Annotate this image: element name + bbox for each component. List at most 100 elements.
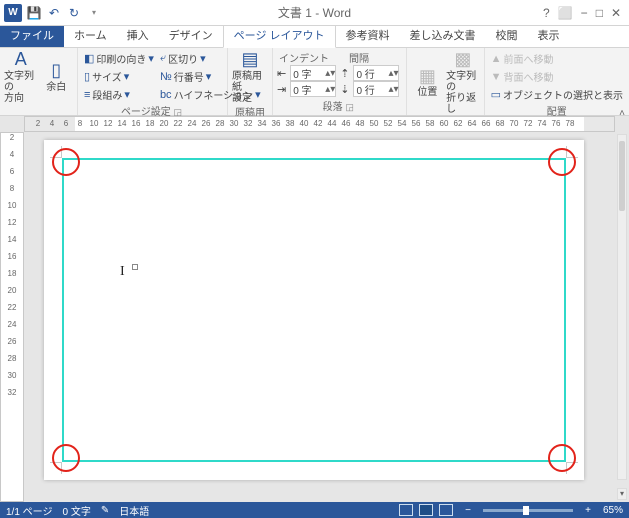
hruler-tick: 72 bbox=[521, 119, 535, 128]
zoom-slider[interactable] bbox=[483, 509, 573, 512]
indent-left-input[interactable]: 0 字▴▾ bbox=[290, 65, 336, 81]
hruler-tick: 74 bbox=[535, 119, 549, 128]
position-icon: ▦ bbox=[419, 67, 436, 87]
group-label-empty bbox=[4, 104, 73, 115]
crop-mark-tl bbox=[50, 146, 62, 158]
indent-right-input[interactable]: 0 字▴▾ bbox=[290, 81, 336, 97]
tab-2[interactable]: デザイン bbox=[159, 24, 223, 47]
crop-mark-bl bbox=[50, 462, 62, 474]
ribbon-display-options[interactable]: ⬜ bbox=[558, 6, 573, 20]
line-numbers-label: 行番号 bbox=[174, 69, 204, 84]
undo-icon[interactable]: ↶ bbox=[46, 5, 62, 21]
page[interactable] bbox=[44, 140, 584, 480]
hruler-tick: 12 bbox=[101, 119, 115, 128]
redo-icon[interactable]: ↻ bbox=[66, 5, 82, 21]
selection-pane-label: オブジェクトの選択と表示 bbox=[503, 87, 623, 102]
tab-5[interactable]: 差し込み文書 bbox=[400, 24, 486, 47]
zoom-slider-handle[interactable] bbox=[523, 506, 529, 515]
hruler-tick: 58 bbox=[423, 119, 437, 128]
tab-1[interactable]: 挿入 bbox=[117, 24, 159, 47]
vruler-tick: 14 bbox=[1, 235, 23, 252]
indent-right-value: 0 字 bbox=[291, 82, 325, 97]
hruler-tick: 28 bbox=[213, 119, 227, 128]
tab-0[interactable]: ホーム bbox=[64, 24, 117, 47]
manuscript-settings-button[interactable]: ▤ 原稿用紙 設定 bbox=[232, 50, 268, 104]
columns-button[interactable]: ≡段組み▾ bbox=[82, 86, 156, 103]
bring-forward-button: ▲前面へ移動 bbox=[489, 50, 625, 67]
paragraph-dialog-launcher[interactable]: ◲ bbox=[345, 102, 356, 112]
orientation-button[interactable]: ◧印刷の向き▾ bbox=[82, 50, 156, 67]
window-title: 文書 1 - Word bbox=[278, 4, 351, 21]
spacing-before-value: 0 行 bbox=[354, 66, 388, 81]
hruler-tick: 42 bbox=[311, 119, 325, 128]
save-icon[interactable]: 💾 bbox=[26, 5, 42, 21]
hruler-tick: 64 bbox=[465, 119, 479, 128]
status-word-count[interactable]: 0 文字 bbox=[62, 503, 90, 518]
spacing-header: 間隔 bbox=[349, 50, 369, 65]
indent-right-icon: ⇥ bbox=[277, 83, 286, 96]
spacing-after-icon: ⇣ bbox=[340, 83, 349, 96]
vruler-tick: 6 bbox=[1, 167, 23, 184]
help-button[interactable]: ? bbox=[543, 6, 550, 20]
text-direction-button[interactable]: A 文字列の 方向 bbox=[4, 50, 38, 104]
hruler-tick: 60 bbox=[437, 119, 451, 128]
text-cursor-icon bbox=[120, 264, 132, 280]
zoom-level[interactable]: 65% bbox=[603, 505, 623, 516]
orientation-icon: ◧ bbox=[84, 52, 94, 65]
position-label: 位置 bbox=[417, 87, 437, 98]
close-button[interactable]: ✕ bbox=[611, 6, 621, 20]
view-web-layout[interactable] bbox=[439, 504, 453, 516]
spacing-before-input[interactable]: 0 行▴▾ bbox=[353, 65, 399, 81]
hruler-tick: 4 bbox=[45, 119, 59, 128]
hruler-tick: 40 bbox=[297, 119, 311, 128]
scroll-down-arrow[interactable]: ▾ bbox=[617, 488, 627, 500]
status-proofing-icon[interactable]: ✎ bbox=[101, 505, 109, 516]
tab-4[interactable]: 参考資料 bbox=[336, 24, 400, 47]
minimize-button[interactable]: − bbox=[581, 6, 588, 20]
zoom-out-button[interactable]: − bbox=[463, 505, 473, 516]
qat-customize-icon[interactable]: ▾ bbox=[86, 5, 102, 21]
hyphenation-icon: bc bbox=[160, 89, 172, 101]
document-workspace: 2468101214161820222426283032343638404244… bbox=[0, 116, 629, 502]
selection-pane-button[interactable]: ▭オブジェクトの選択と表示 bbox=[489, 86, 625, 103]
hruler-tick: 2 bbox=[31, 119, 45, 128]
tab-7[interactable]: 表示 bbox=[528, 24, 570, 47]
word-logo-icon: W bbox=[4, 4, 22, 22]
indent-left-icon: ⇤ bbox=[277, 67, 286, 80]
send-backward-icon: ▼ bbox=[491, 71, 502, 83]
line-numbers-icon: № bbox=[160, 71, 172, 83]
send-backward-button: ▼背面へ移動 bbox=[489, 68, 625, 85]
tab-file[interactable]: ファイル bbox=[0, 24, 64, 47]
zoom-in-button[interactable]: + bbox=[583, 505, 593, 516]
margins-button[interactable]: ▯ 余白 bbox=[40, 50, 74, 104]
tab-6[interactable]: 校閲 bbox=[486, 24, 528, 47]
vruler-tick: 26 bbox=[1, 337, 23, 354]
hruler-tick: 76 bbox=[549, 119, 563, 128]
bring-forward-label: 前面へ移動 bbox=[503, 51, 553, 66]
wrap-label: 文字列の 折り返し bbox=[446, 71, 480, 115]
view-read-mode[interactable] bbox=[399, 504, 413, 516]
horizontal-ruler[interactable]: 2468101214161820222426283032343638404244… bbox=[24, 116, 615, 132]
hruler-tick: 8 bbox=[73, 119, 87, 128]
vruler-tick: 10 bbox=[1, 201, 23, 218]
hruler-tick: 22 bbox=[171, 119, 185, 128]
hruler-tick: 26 bbox=[199, 119, 213, 128]
status-language[interactable]: 日本語 bbox=[119, 503, 149, 518]
hruler-tick: 32 bbox=[241, 119, 255, 128]
size-button[interactable]: ▯サイズ▾ bbox=[82, 68, 156, 85]
spacing-after-input[interactable]: 0 行▴▾ bbox=[353, 81, 399, 97]
view-print-layout[interactable] bbox=[419, 504, 433, 516]
crop-mark-tr bbox=[566, 146, 578, 158]
scrollbar-thumb[interactable] bbox=[619, 141, 625, 211]
tab-3[interactable]: ページ レイアウト bbox=[223, 23, 336, 48]
vertical-ruler[interactable]: 2468101214161820222426283032 bbox=[0, 132, 24, 502]
manuscript-icon: ▤ bbox=[241, 50, 258, 70]
vruler-tick: 28 bbox=[1, 354, 23, 371]
columns-icon: ≡ bbox=[84, 89, 90, 101]
paragraph-group-label: 段落 bbox=[323, 102, 343, 113]
hruler-tick: 68 bbox=[493, 119, 507, 128]
status-page[interactable]: 1/1 ページ bbox=[6, 503, 52, 518]
vertical-scrollbar[interactable] bbox=[617, 134, 627, 480]
maximize-button[interactable]: □ bbox=[596, 6, 603, 20]
wrap-icon: ▩ bbox=[454, 50, 471, 70]
